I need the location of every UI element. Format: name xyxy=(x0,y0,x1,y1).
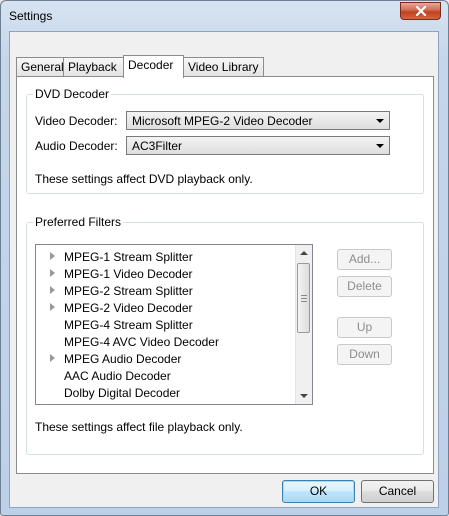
list-item[interactable]: AAC Audio Decoder xyxy=(36,368,296,384)
scroll-up-arrow-icon[interactable] xyxy=(296,245,312,261)
tab-video-library[interactable]: Video Library xyxy=(183,57,264,76)
list-item[interactable]: MPEG Audio Decoder xyxy=(36,351,296,367)
scroll-down-arrow-icon[interactable] xyxy=(296,388,312,404)
dvd-decoder-group-label: DVD Decoder xyxy=(33,87,112,101)
list-item-label: MPEG-1 Stream Splitter xyxy=(64,250,193,264)
close-button[interactable] xyxy=(400,2,441,20)
expand-arrow-icon[interactable] xyxy=(50,354,55,362)
expand-arrow-icon[interactable] xyxy=(50,303,55,311)
list-item-label: MPEG-1 Video Decoder xyxy=(64,267,193,281)
grip-line xyxy=(301,301,307,302)
dvd-decoder-group: DVD Decoder Video Decoder: Microsoft MPE… xyxy=(26,87,424,194)
preferred-filters-group: Preferred Filters MPEG-1 Stream Splitter… xyxy=(26,215,424,455)
list-item-label: MPEG-4 Stream Splitter xyxy=(64,318,193,332)
scrollbar-thumb[interactable] xyxy=(297,263,310,333)
list-item[interactable]: MPEG-1 Video Decoder xyxy=(36,266,296,282)
dvd-settings-note: These settings affect DVD playback only. xyxy=(35,172,253,186)
up-button[interactable]: Up xyxy=(337,317,392,338)
list-item[interactable]: MPEG-4 AVC Video Decoder xyxy=(36,334,296,350)
audio-decoder-label: Audio Decoder: xyxy=(35,139,118,153)
dialog-client-area: General Playback Decoder Video Library D… xyxy=(9,31,439,508)
list-item[interactable]: MPEG-4 Stream Splitter xyxy=(36,317,296,333)
tab-label: Playback xyxy=(68,60,117,74)
expand-arrow-icon[interactable] xyxy=(50,269,55,277)
delete-button[interactable]: Delete xyxy=(337,276,392,297)
add-button[interactable]: Add... xyxy=(337,249,392,270)
grip-line xyxy=(301,298,307,299)
audio-decoder-value: AC3Filter xyxy=(132,139,183,153)
list-item[interactable]: MPEG-2 Video Decoder xyxy=(36,300,296,316)
ok-button[interactable]: OK xyxy=(282,480,355,503)
audio-decoder-select[interactable]: AC3Filter xyxy=(126,136,390,155)
list-item[interactable]: MPEG-1 Stream Splitter xyxy=(36,249,296,265)
tab-label: General xyxy=(21,60,64,74)
down-button[interactable]: Down xyxy=(337,344,392,365)
tab-decoder[interactable]: Decoder xyxy=(123,55,184,78)
tab-playback[interactable]: Playback xyxy=(63,57,124,76)
grip-line xyxy=(301,295,307,296)
tab-label: Decoder xyxy=(128,58,174,72)
expand-arrow-icon[interactable] xyxy=(50,252,55,260)
decoder-tab-panel: DVD Decoder Video Decoder: Microsoft MPE… xyxy=(16,76,434,474)
list-item-label: MPEG-2 Video Decoder xyxy=(64,301,193,315)
tab-general[interactable]: General xyxy=(16,57,64,76)
settings-window: Settings General Playback Decoder Video … xyxy=(0,0,449,516)
list-item-label: MPEG Audio Decoder xyxy=(64,352,182,366)
video-decoder-select[interactable]: Microsoft MPEG-2 Video Decoder xyxy=(126,111,390,130)
chevron-down-icon xyxy=(376,144,384,148)
list-item-label: AAC Audio Decoder xyxy=(64,369,171,383)
expand-arrow-icon[interactable] xyxy=(50,286,55,294)
cancel-button[interactable]: Cancel xyxy=(361,480,434,503)
video-decoder-value: Microsoft MPEG-2 Video Decoder xyxy=(132,114,313,128)
video-decoder-label: Video Decoder: xyxy=(35,114,118,128)
file-settings-note: These settings affect file playback only… xyxy=(35,420,243,434)
tab-label: Video Library xyxy=(188,60,259,74)
list-item-label: MPEG-4 AVC Video Decoder xyxy=(64,335,219,349)
list-item-label: Dolby Digital Decoder xyxy=(64,386,181,400)
preferred-filters-list[interactable]: MPEG-1 Stream Splitter MPEG-1 Video Deco… xyxy=(35,244,313,405)
title-bar[interactable]: Settings xyxy=(1,1,448,31)
close-icon xyxy=(415,6,427,16)
preferred-filters-group-label: Preferred Filters xyxy=(33,215,124,229)
list-item[interactable]: MPEG-2 Stream Splitter xyxy=(36,283,296,299)
list-scrollbar[interactable] xyxy=(295,245,312,404)
list-item-label: MPEG-2 Stream Splitter xyxy=(64,284,193,298)
list-item[interactable]: Dolby Digital Decoder xyxy=(36,385,296,401)
window-title: Settings xyxy=(9,9,53,23)
chevron-down-icon xyxy=(376,119,384,123)
